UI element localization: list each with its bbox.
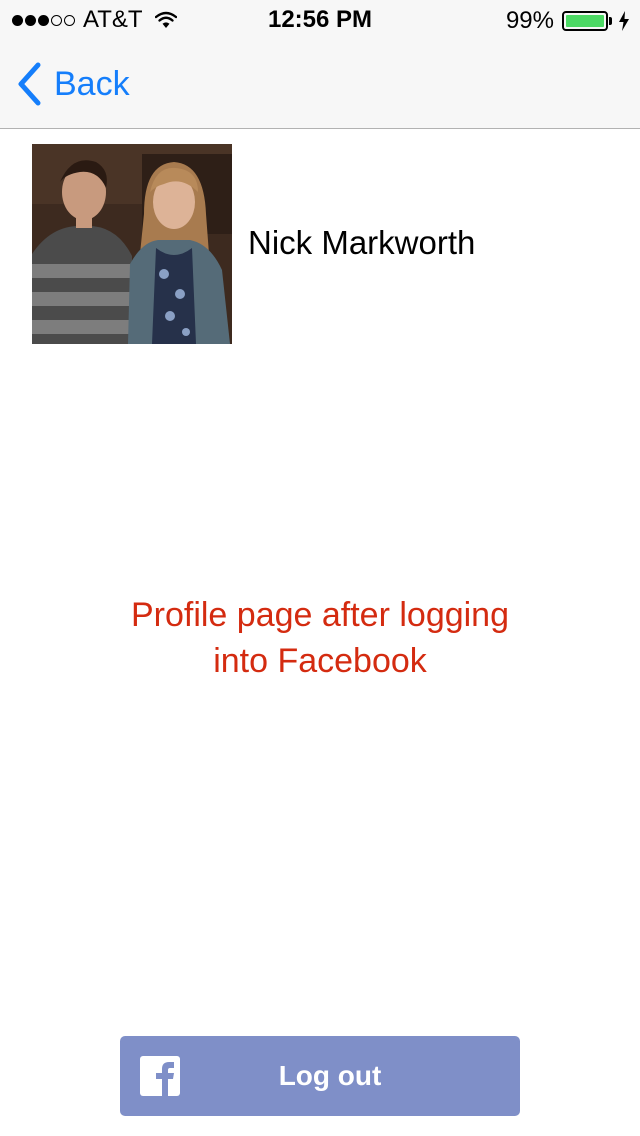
logout-label: Log out [278, 1060, 382, 1091]
profile-photo-image [32, 144, 232, 344]
back-label: Back [54, 64, 130, 103]
facebook-icon [140, 1056, 180, 1096]
profile-name: Nick Markworth [248, 224, 476, 261]
status-bar: AT&T 12:56 PM 99% [0, 0, 640, 40]
charging-bolt-icon [619, 11, 629, 31]
logout-button[interactable]: Log out [120, 1036, 520, 1116]
profile-photo [32, 144, 232, 344]
annotation-text: Profile page after logging into Facebook [130, 596, 510, 680]
battery-icon [562, 11, 608, 31]
navigation-bar: Back [0, 40, 640, 129]
chevron-left-icon [18, 62, 41, 106]
battery-tip [609, 17, 612, 25]
battery-percent: 99% [505, 7, 554, 34]
back-button[interactable]: Back [16, 60, 130, 108]
status-right: 99% [506, 7, 630, 35]
battery-level [566, 15, 604, 27]
